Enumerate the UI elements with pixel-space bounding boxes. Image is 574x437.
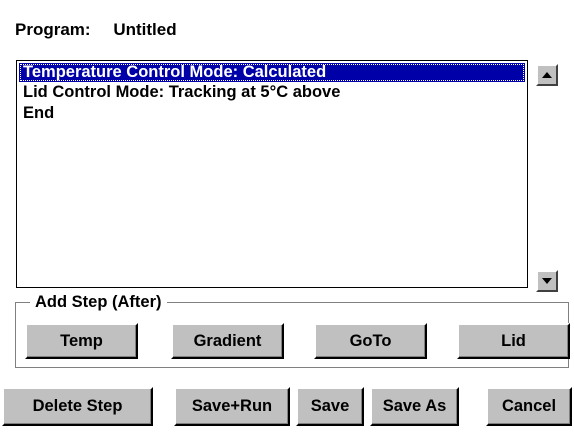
up-arrow-icon [542, 72, 552, 78]
goto-button[interactable]: GoTo [314, 323, 427, 359]
down-arrow-icon [542, 278, 552, 284]
save-run-button[interactable]: Save+Run [174, 387, 290, 426]
lid-button[interactable]: Lid [457, 323, 570, 359]
gradient-button[interactable]: Gradient [171, 323, 284, 359]
scroll-up-button[interactable] [536, 64, 558, 86]
delete-step-button[interactable]: Delete Step [2, 387, 153, 426]
step-list[interactable]: Temperature Control Mode: Calculated Lid… [16, 60, 528, 288]
cancel-button[interactable]: Cancel [486, 387, 572, 426]
program-label: Program: [15, 20, 91, 39]
save-as-button[interactable]: Save As [370, 387, 459, 426]
program-name: Untitled [113, 20, 177, 39]
program-header: Program: Untitled [15, 20, 177, 40]
step-list-item[interactable]: Temperature Control Mode: Calculated [19, 63, 525, 82]
step-list-item[interactable]: Lid Control Mode: Tracking at 5°C above [17, 82, 527, 103]
step-list-item[interactable]: End [17, 103, 527, 124]
temp-button[interactable]: Temp [25, 323, 138, 359]
save-button[interactable]: Save [296, 387, 364, 426]
scroll-down-button[interactable] [536, 270, 558, 292]
add-step-legend: Add Step (After) [30, 292, 167, 312]
